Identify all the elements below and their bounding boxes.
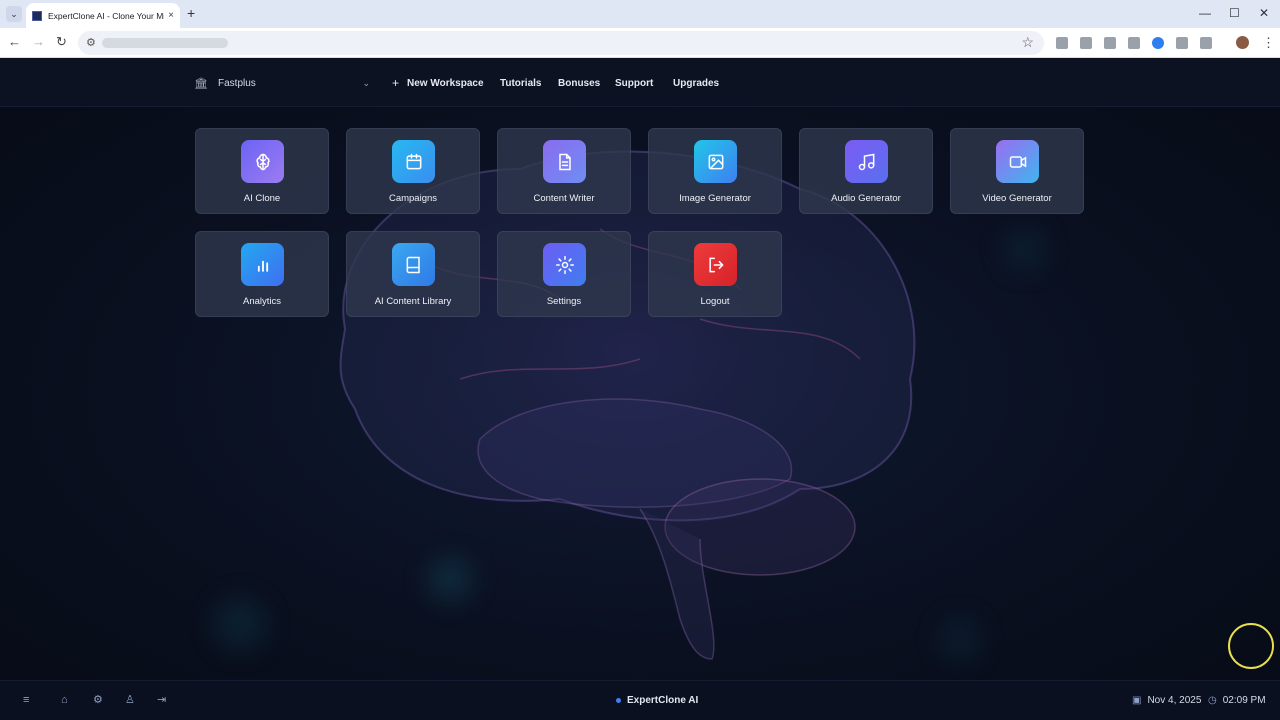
tutorials-link[interactable]: Tutorials bbox=[492, 71, 549, 95]
user-icon[interactable]: ♙ bbox=[125, 694, 135, 706]
site-info-icon[interactable]: ⚙ bbox=[86, 36, 96, 49]
tile-label: Video Generator bbox=[982, 193, 1052, 204]
tile-label: Campaigns bbox=[388, 193, 438, 204]
upgrades-link[interactable]: Upgrades bbox=[665, 71, 727, 95]
tile-image-generator[interactable]: Image Generator bbox=[648, 128, 782, 214]
background-glow bbox=[215, 599, 265, 649]
url-text-redacted bbox=[102, 38, 228, 48]
tile-label: Logout bbox=[700, 296, 730, 307]
back-button[interactable]: ← bbox=[8, 35, 21, 49]
tile-label: Content Writer bbox=[533, 193, 595, 204]
bar-chart-icon bbox=[241, 243, 284, 286]
building-icon: 🏛 bbox=[194, 77, 208, 90]
browser-toolbar: ← → ↻ ⚙ ☆ bbox=[0, 28, 1280, 58]
home-icon[interactable]: ⌂ bbox=[61, 694, 68, 706]
close-window-button[interactable]: ✕ bbox=[1259, 6, 1269, 20]
calendar-icon bbox=[392, 140, 435, 183]
workspace-selector[interactable]: 🏛 Fastplus ⌄ bbox=[186, 70, 378, 96]
tab-search-menu-icon[interactable]: ⌄ bbox=[6, 6, 22, 22]
tile-video-generator[interactable]: Video Generator bbox=[950, 128, 1084, 214]
tile-label: AI Content Library bbox=[374, 296, 452, 307]
video-icon bbox=[996, 140, 1039, 183]
extension-icon[interactable] bbox=[1056, 37, 1068, 49]
book-icon bbox=[392, 243, 435, 286]
image-icon bbox=[694, 140, 737, 183]
tile-label: Image Generator bbox=[679, 193, 751, 204]
tab-title: ExpertClone AI - Clone Your Mi bbox=[48, 10, 165, 21]
time-text: 02:09 PM bbox=[1222, 695, 1266, 706]
profile-avatar[interactable] bbox=[1236, 36, 1249, 49]
new-workspace-button[interactable]: + New Workspace bbox=[384, 71, 492, 95]
extension-icon[interactable] bbox=[1176, 37, 1188, 49]
status-dot bbox=[616, 698, 621, 703]
brain-background-illustration bbox=[300, 119, 960, 660]
extensions-puzzle-icon[interactable] bbox=[1200, 37, 1212, 49]
tile-ai-content-library[interactable]: AI Content Library bbox=[346, 231, 480, 317]
cursor-highlight bbox=[1228, 623, 1274, 669]
minimize-button[interactable]: — bbox=[1199, 6, 1211, 20]
tab-close-icon[interactable]: × bbox=[168, 10, 174, 21]
tile-label: Audio Generator bbox=[831, 193, 901, 204]
calendar-icon: ▣ bbox=[1132, 695, 1142, 706]
time-display: ◷ 02:09 PM bbox=[1208, 695, 1266, 706]
plus-icon: + bbox=[392, 76, 400, 90]
bookmark-star-icon[interactable]: ☆ bbox=[1021, 34, 1034, 51]
brand: ExpertClone AI bbox=[616, 695, 698, 706]
maximize-button[interactable]: ☐ bbox=[1229, 6, 1240, 20]
tile-label: AI Clone bbox=[243, 193, 281, 204]
menu-icon[interactable]: ≡ bbox=[23, 694, 29, 706]
address-bar[interactable]: ⚙ ☆ bbox=[78, 31, 1044, 55]
tile-analytics[interactable]: Analytics bbox=[195, 231, 329, 317]
document-icon bbox=[543, 140, 586, 183]
chevron-down-icon: ⌄ bbox=[362, 77, 370, 88]
tile-content-writer[interactable]: Content Writer bbox=[497, 128, 631, 214]
forward-button[interactable]: → bbox=[32, 35, 45, 49]
music-icon bbox=[845, 140, 888, 183]
background-glow bbox=[430, 559, 470, 599]
brain-icon bbox=[241, 140, 284, 183]
app-bottom-bar: ≡ ⌂ ⚙ ♙ ⇥ ExpertClone AI ▣ Nov 4, 2025 ◷… bbox=[0, 680, 1280, 720]
settings-icon[interactable]: ⚙ bbox=[93, 694, 103, 706]
favicon-icon bbox=[32, 10, 42, 21]
browser-menu-icon[interactable]: ⋮ bbox=[1262, 35, 1275, 51]
app-main: 🏛 Fastplus ⌄ + New Workspace Tutorials B… bbox=[0, 59, 1280, 720]
reload-button[interactable]: ↻ bbox=[56, 35, 67, 49]
clock-icon: ◷ bbox=[1208, 695, 1217, 706]
browser-tab[interactable]: ExpertClone AI - Clone Your Mi × bbox=[26, 3, 180, 28]
extension-icon[interactable] bbox=[1152, 37, 1164, 49]
support-link[interactable]: Support bbox=[607, 71, 661, 95]
date-text: Nov 4, 2025 bbox=[1147, 695, 1202, 706]
app-top-nav: 🏛 Fastplus ⌄ + New Workspace Tutorials B… bbox=[0, 59, 1280, 107]
tile-settings[interactable]: Settings bbox=[497, 231, 631, 317]
gear-icon bbox=[543, 243, 586, 286]
tile-label: Analytics bbox=[242, 296, 281, 307]
brand-name: ExpertClone AI bbox=[627, 695, 699, 706]
new-tab-button[interactable]: + bbox=[187, 6, 195, 20]
tile-audio-generator[interactable]: Audio Generator bbox=[799, 128, 933, 214]
bonuses-link[interactable]: Bonuses bbox=[550, 71, 608, 95]
pen-extension-icon[interactable] bbox=[1128, 37, 1140, 49]
logout-icon bbox=[694, 243, 737, 286]
tile-ai-clone[interactable]: AI Clone bbox=[195, 128, 329, 214]
browser-tab-strip: ⌄ ExpertClone AI - Clone Your Mi × + — ☐… bbox=[0, 0, 1280, 28]
camera-extension-icon[interactable] bbox=[1080, 37, 1092, 49]
tile-logout[interactable]: Logout bbox=[648, 231, 782, 317]
extension-icon[interactable] bbox=[1104, 37, 1116, 49]
tile-campaigns[interactable]: Campaigns bbox=[346, 128, 480, 214]
tile-label: Settings bbox=[546, 296, 582, 307]
new-workspace-label: New Workspace bbox=[407, 77, 484, 89]
date-display: ▣ Nov 4, 2025 bbox=[1132, 695, 1201, 706]
background-glow bbox=[1005, 229, 1045, 269]
background-glow bbox=[940, 619, 980, 659]
workspace-name: Fastplus bbox=[218, 77, 256, 89]
logout-icon[interactable]: ⇥ bbox=[157, 694, 166, 706]
